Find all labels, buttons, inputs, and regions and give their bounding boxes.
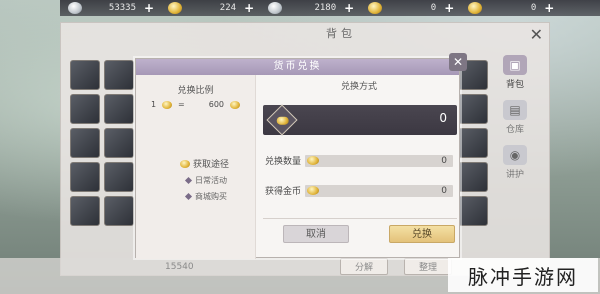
currency-value: 2180 (314, 3, 337, 13)
currency-bar: 53335 + 224 + 2180 + 0 + 0 + (60, 0, 600, 16)
silver-ingot-icon (268, 2, 283, 14)
gain-label: 获得金币 (265, 187, 302, 197)
tab-bag[interactable]: ▣ 背包 (503, 55, 527, 90)
tab-warehouse[interactable]: ▤ 仓库 (503, 100, 527, 135)
currency-gold-ingots-2: 0 + (468, 1, 562, 15)
currency-exchange-dialog: 货币兑换 ✕ 兑换比例 1 = 600 获取途径 日常活动 商城购买 兑换方式 … (135, 53, 467, 259)
close-icon[interactable]: ✕ (530, 25, 543, 44)
gold-ingot-icon (162, 100, 173, 109)
ratio-left-value: 1 (150, 100, 157, 109)
add-currency-button[interactable]: + (144, 1, 154, 15)
inventory-slot[interactable] (104, 196, 134, 226)
gain-value: 0 (441, 185, 447, 196)
exchange-ratio: 1 = 600 (136, 100, 255, 109)
close-icon[interactable]: ✕ (449, 53, 467, 71)
tab-label: 仓库 (505, 125, 524, 135)
get-path-option[interactable]: 日常活动 (184, 175, 260, 186)
dialog-left-panel: 兑换比例 1 = 600 获取途径 日常活动 商城购买 (136, 75, 256, 259)
get-path-header: 获取途径 (180, 157, 260, 170)
quantity-value: 0 (441, 155, 447, 166)
gold-coin-icon (230, 100, 241, 109)
gold-ingot-icon (307, 156, 320, 165)
exchange-quantity-row: 兑换数量 0 (265, 154, 453, 167)
ratio-equals: = (178, 100, 185, 109)
currency-value: 0 (430, 3, 437, 13)
quantity-label: 兑换数量 (265, 157, 302, 167)
diamond-icon (184, 192, 193, 201)
get-path-section: 获取途径 日常活动 商城购买 (180, 157, 260, 202)
quantity-field[interactable]: 0 (305, 154, 453, 167)
currency-silver-ingots: 2180 + (268, 1, 362, 15)
warehouse-icon: ▤ (503, 100, 527, 120)
inventory-slot[interactable] (458, 196, 488, 226)
inventory-slot[interactable] (70, 162, 100, 192)
inventory-slot[interactable] (70, 128, 100, 158)
currency-gold-ingots: 0 + (368, 1, 462, 15)
gold-ingot-icon (368, 2, 383, 14)
add-currency-button[interactable]: + (244, 1, 254, 15)
gain-field: 0 (305, 184, 453, 197)
get-path-title: 获取途径 (193, 160, 230, 170)
silver-coin-icon (68, 2, 82, 14)
add-currency-button[interactable]: + (344, 1, 354, 15)
site-watermark: 脉冲手游网 (448, 258, 598, 292)
bag-icon: ▣ (503, 55, 527, 75)
add-currency-button[interactable]: + (544, 1, 554, 15)
inventory-slot[interactable] (458, 94, 488, 124)
inventory-slot[interactable] (104, 162, 134, 192)
dialog-title: 货币兑换 (136, 59, 459, 75)
maintenance-icon: ◉ (503, 145, 527, 165)
gold-coin-icon (307, 186, 320, 195)
currency-value: 53335 (108, 3, 136, 13)
inventory-slot[interactable] (458, 162, 488, 192)
inventory-slot[interactable] (70, 196, 100, 226)
decompose-button[interactable]: 分解 (340, 257, 389, 275)
gold-ingot-icon (180, 159, 190, 168)
exchange-amount-value: 0 (439, 111, 447, 125)
tab-label: 讲护 (505, 170, 524, 180)
currency-gold-coins: 224 + (168, 1, 262, 15)
sort-button[interactable]: 整理 (404, 257, 453, 275)
gold-ingot-icon (266, 104, 298, 136)
inventory-grid-right (458, 60, 490, 226)
ratio-title: 兑换比例 (177, 86, 214, 96)
bag-side-tabs: ▣ 背包 ▤ 仓库 ◉ 讲护 (492, 55, 538, 180)
dialog-right-panel: 兑换方式 0 兑换数量 0 获得金币 0 取消 兑换 (257, 75, 461, 259)
add-currency-button[interactable]: + (444, 1, 454, 15)
ratio-right-value: 600 (208, 100, 225, 109)
gold-coin-icon (168, 2, 183, 14)
gain-gold-row: 获得金币 0 (265, 184, 453, 197)
bag-money: 15540 (165, 262, 194, 272)
inventory-slot[interactable] (104, 94, 134, 124)
cancel-button[interactable]: 取消 (283, 225, 349, 243)
tab-label: 背包 (505, 80, 524, 90)
bag-title: 背包 (326, 27, 356, 40)
get-path-option[interactable]: 商城购买 (184, 191, 260, 202)
inventory-grid-left (70, 60, 140, 226)
option-label: 商城购买 (195, 192, 227, 201)
inventory-slot[interactable] (70, 60, 100, 90)
exchange-amount-box[interactable]: 0 (263, 104, 457, 136)
tab-maintenance[interactable]: ◉ 讲护 (503, 145, 527, 180)
currency-value: 0 (530, 3, 537, 13)
inventory-slot[interactable] (70, 94, 100, 124)
currency-value: 224 (219, 3, 237, 13)
inventory-slot[interactable] (104, 60, 134, 90)
exchange-button[interactable]: 兑换 (389, 225, 455, 243)
inventory-slot[interactable] (458, 128, 488, 158)
diamond-icon (184, 176, 193, 185)
method-title: 兑换方式 (340, 82, 377, 92)
divider (263, 218, 457, 219)
gold-ingot-icon (468, 2, 483, 14)
option-label: 日常活动 (195, 176, 227, 185)
inventory-slot[interactable] (104, 128, 134, 158)
currency-silver-coins: 53335 + (68, 1, 162, 15)
